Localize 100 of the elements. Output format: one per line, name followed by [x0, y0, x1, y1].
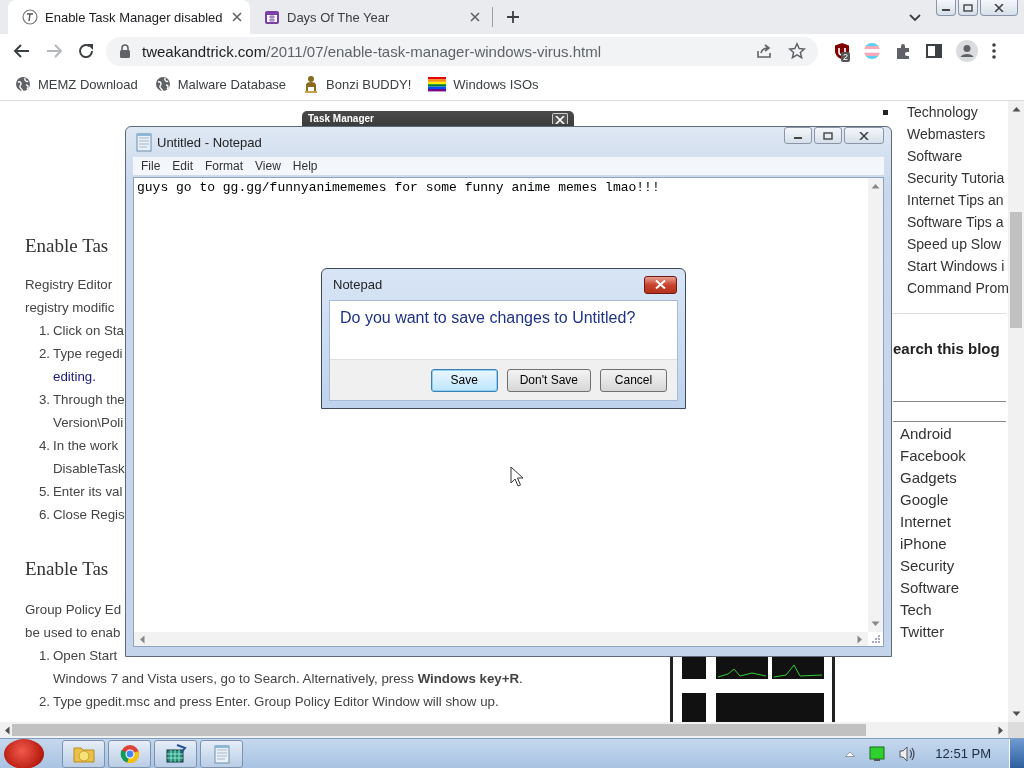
- minimize-button[interactable]: [784, 127, 812, 144]
- link[interactable]: editing.: [53, 365, 96, 388]
- document-text: guys go to gg.gg/funnyanimememes for some funny anime memes lmao!!!: [136, 179, 661, 197]
- scroll-right-icon[interactable]: [998, 725, 1004, 735]
- maximize-button[interactable]: [958, 0, 978, 16]
- browser-icon: [119, 743, 140, 764]
- scroll-left-icon[interactable]: [139, 634, 145, 644]
- close-icon[interactable]: [468, 10, 482, 24]
- dialog-button[interactable]: Cancel: [600, 368, 667, 392]
- show-desktop-button[interactable]: [1009, 738, 1024, 768]
- chevron-up-icon[interactable]: [845, 750, 856, 757]
- label-link[interactable]: Security: [900, 555, 1008, 577]
- bookmark[interactable]: Windows ISOs: [428, 76, 539, 92]
- scrollbar-corner: [1008, 722, 1024, 738]
- sidebar-link[interactable]: Start Windows i: [907, 258, 1005, 274]
- step-number: 1.: [37, 647, 51, 665]
- taskbar-button[interactable]: [200, 739, 243, 768]
- sidebar-link[interactable]: Technology: [907, 104, 978, 120]
- menu-item[interactable]: Help: [286, 159, 324, 173]
- calendar-icon: [264, 9, 280, 25]
- side-panel-icon[interactable]: [925, 42, 943, 60]
- dialog-button[interactable]: Don't Save: [506, 368, 591, 392]
- speaker-icon[interactable]: [899, 745, 918, 762]
- bookmark[interactable]: MEMZ Download: [15, 76, 138, 92]
- paragraph-text: Registry Editor: [25, 276, 113, 294]
- close-button[interactable]: [844, 127, 884, 144]
- globe-icon: [154, 76, 171, 92]
- maximize-icon[interactable]: [963, 3, 973, 12]
- label-link[interactable]: Tech: [900, 599, 1008, 621]
- sidebar-link[interactable]: Webmasters: [907, 126, 986, 142]
- extensions-icon[interactable]: [894, 42, 912, 60]
- scrollbar[interactable]: [134, 632, 868, 646]
- sidebar-link[interactable]: Software: [907, 148, 963, 164]
- menu-item[interactable]: Edit: [166, 159, 200, 173]
- menu-item[interactable]: View: [249, 159, 287, 173]
- sidebar-link[interactable]: Speed up Slow: [907, 236, 1002, 252]
- paragraph-text: be used to enab: [25, 624, 121, 642]
- star-icon[interactable]: [788, 42, 806, 60]
- back-icon[interactable]: [13, 42, 31, 60]
- scrollbar[interactable]: [868, 178, 883, 632]
- clock[interactable]: 12:51 PM: [935, 746, 991, 761]
- monitor-icon[interactable]: [869, 745, 886, 762]
- dialog-button[interactable]: Save: [430, 368, 498, 392]
- label-link[interactable]: Android: [900, 423, 1008, 445]
- maximize-icon[interactable]: [823, 131, 833, 140]
- scroll-left-icon[interactable]: [4, 725, 10, 735]
- notepad-icon: [135, 132, 153, 152]
- taskbar-button[interactable]: [108, 739, 151, 768]
- browser-tab[interactable]: Enable Task Manager disabled: [8, 0, 250, 34]
- menu-item[interactable]: Format: [199, 159, 250, 173]
- scroll-up-icon[interactable]: [871, 183, 880, 189]
- reload-icon[interactable]: [77, 42, 95, 60]
- bookmark[interactable]: Malware Database: [154, 76, 287, 92]
- scroll-up-icon[interactable]: [1011, 106, 1021, 112]
- plus-icon[interactable]: [505, 9, 521, 25]
- scrollbar[interactable]: [1008, 101, 1024, 722]
- scroll-right-icon[interactable]: [857, 634, 863, 644]
- close-icon[interactable]: [994, 3, 1004, 12]
- close-button[interactable]: [980, 0, 1018, 16]
- address-bar[interactable]: tweakandtrick.com/2011/07/enable-task-manager-windows-virus.html: [106, 36, 818, 66]
- scroll-down-icon[interactable]: [871, 621, 880, 627]
- paragraph-text: registry modific: [25, 299, 115, 317]
- menu-icon[interactable]: [991, 42, 997, 60]
- sidebar-link[interactable]: Command Prom: [907, 280, 1008, 296]
- taskbar-button[interactable]: [154, 739, 197, 768]
- menu-item[interactable]: File: [135, 159, 167, 173]
- start-button[interactable]: [4, 738, 44, 768]
- step-number: 1.: [37, 322, 51, 340]
- label-link[interactable]: Google: [900, 489, 1008, 511]
- sidebar-link[interactable]: Internet Tips an: [907, 192, 1004, 208]
- label-link[interactable]: Facebook: [900, 445, 1008, 467]
- sidebar-link[interactable]: Software Tips a: [907, 214, 1004, 230]
- bookmark[interactable]: Bonzi BUDDY!: [303, 75, 412, 93]
- minimize-button[interactable]: [936, 0, 956, 16]
- label-link[interactable]: Internet: [900, 511, 1008, 533]
- scrollbar[interactable]: [0, 722, 1008, 738]
- label-link[interactable]: iPhone: [900, 533, 1008, 555]
- scrollbar-thumb[interactable]: [12, 724, 866, 736]
- grid-app-icon: [164, 743, 187, 764]
- globe-icon: [15, 76, 31, 92]
- close-icon[interactable]: [229, 10, 244, 24]
- maximize-button[interactable]: [814, 127, 842, 144]
- label-link[interactable]: Twitter: [900, 621, 1008, 643]
- scroll-down-icon[interactable]: [1011, 711, 1021, 717]
- close-button[interactable]: [644, 275, 677, 294]
- step-text: Version\Poli: [53, 414, 124, 432]
- profile-icon[interactable]: [956, 40, 978, 62]
- scrollbar-thumb[interactable]: [1010, 212, 1022, 328]
- sidebar-link[interactable]: Security Tutoria: [907, 170, 1005, 186]
- lock-icon: [119, 44, 131, 58]
- share-icon[interactable]: [755, 42, 773, 60]
- badge: 2: [841, 52, 850, 62]
- step-number: 2.: [37, 693, 51, 711]
- resize-grip-icon: [870, 634, 881, 644]
- step-number: 5.: [37, 483, 51, 501]
- close-icon[interactable]: [859, 131, 869, 140]
- label-link[interactable]: Software: [900, 577, 1008, 599]
- label-link[interactable]: Gadgets: [900, 467, 1008, 489]
- taskbar-button[interactable]: [62, 739, 105, 768]
- browser-tab[interactable]: Days Of The Year: [250, 0, 492, 34]
